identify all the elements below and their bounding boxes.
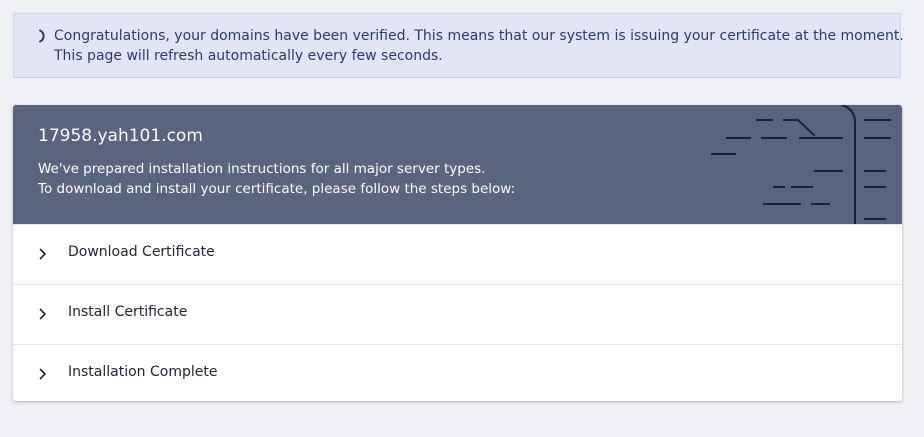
step-download-certificate[interactable]: Download Certificate <box>13 224 902 284</box>
alert-line-1: Congratulations, your domains have been … <box>54 28 904 44</box>
chevron-right-icon <box>39 308 47 320</box>
chevron-right-icon <box>39 368 47 380</box>
card-header: 17958.yah101.com We've prepared installa… <box>13 105 902 224</box>
description-line-2: To download and install your certificate… <box>38 181 516 197</box>
step-label: Installation Complete <box>68 364 218 380</box>
certificate-card: 17958.yah101.com We've prepared installa… <box>13 105 902 401</box>
description-line-1: We've prepared installation instructions… <box>38 161 486 177</box>
verification-alert: Congratulations, your domains have been … <box>13 13 904 78</box>
step-installation-complete[interactable]: Installation Complete <box>13 344 902 401</box>
step-install-certificate[interactable]: Install Certificate <box>13 284 902 344</box>
chevron-right-icon <box>39 248 47 260</box>
alert-line-2: This page will refresh automatically eve… <box>54 48 443 64</box>
loading-spinner-icon <box>39 29 45 43</box>
step-label: Download Certificate <box>68 244 215 260</box>
step-label: Install Certificate <box>68 304 188 320</box>
alert-message: Congratulations, your domains have been … <box>54 26 904 66</box>
domain-title: 17958.yah101.com <box>38 126 203 146</box>
code-illustration-icon <box>711 105 891 224</box>
